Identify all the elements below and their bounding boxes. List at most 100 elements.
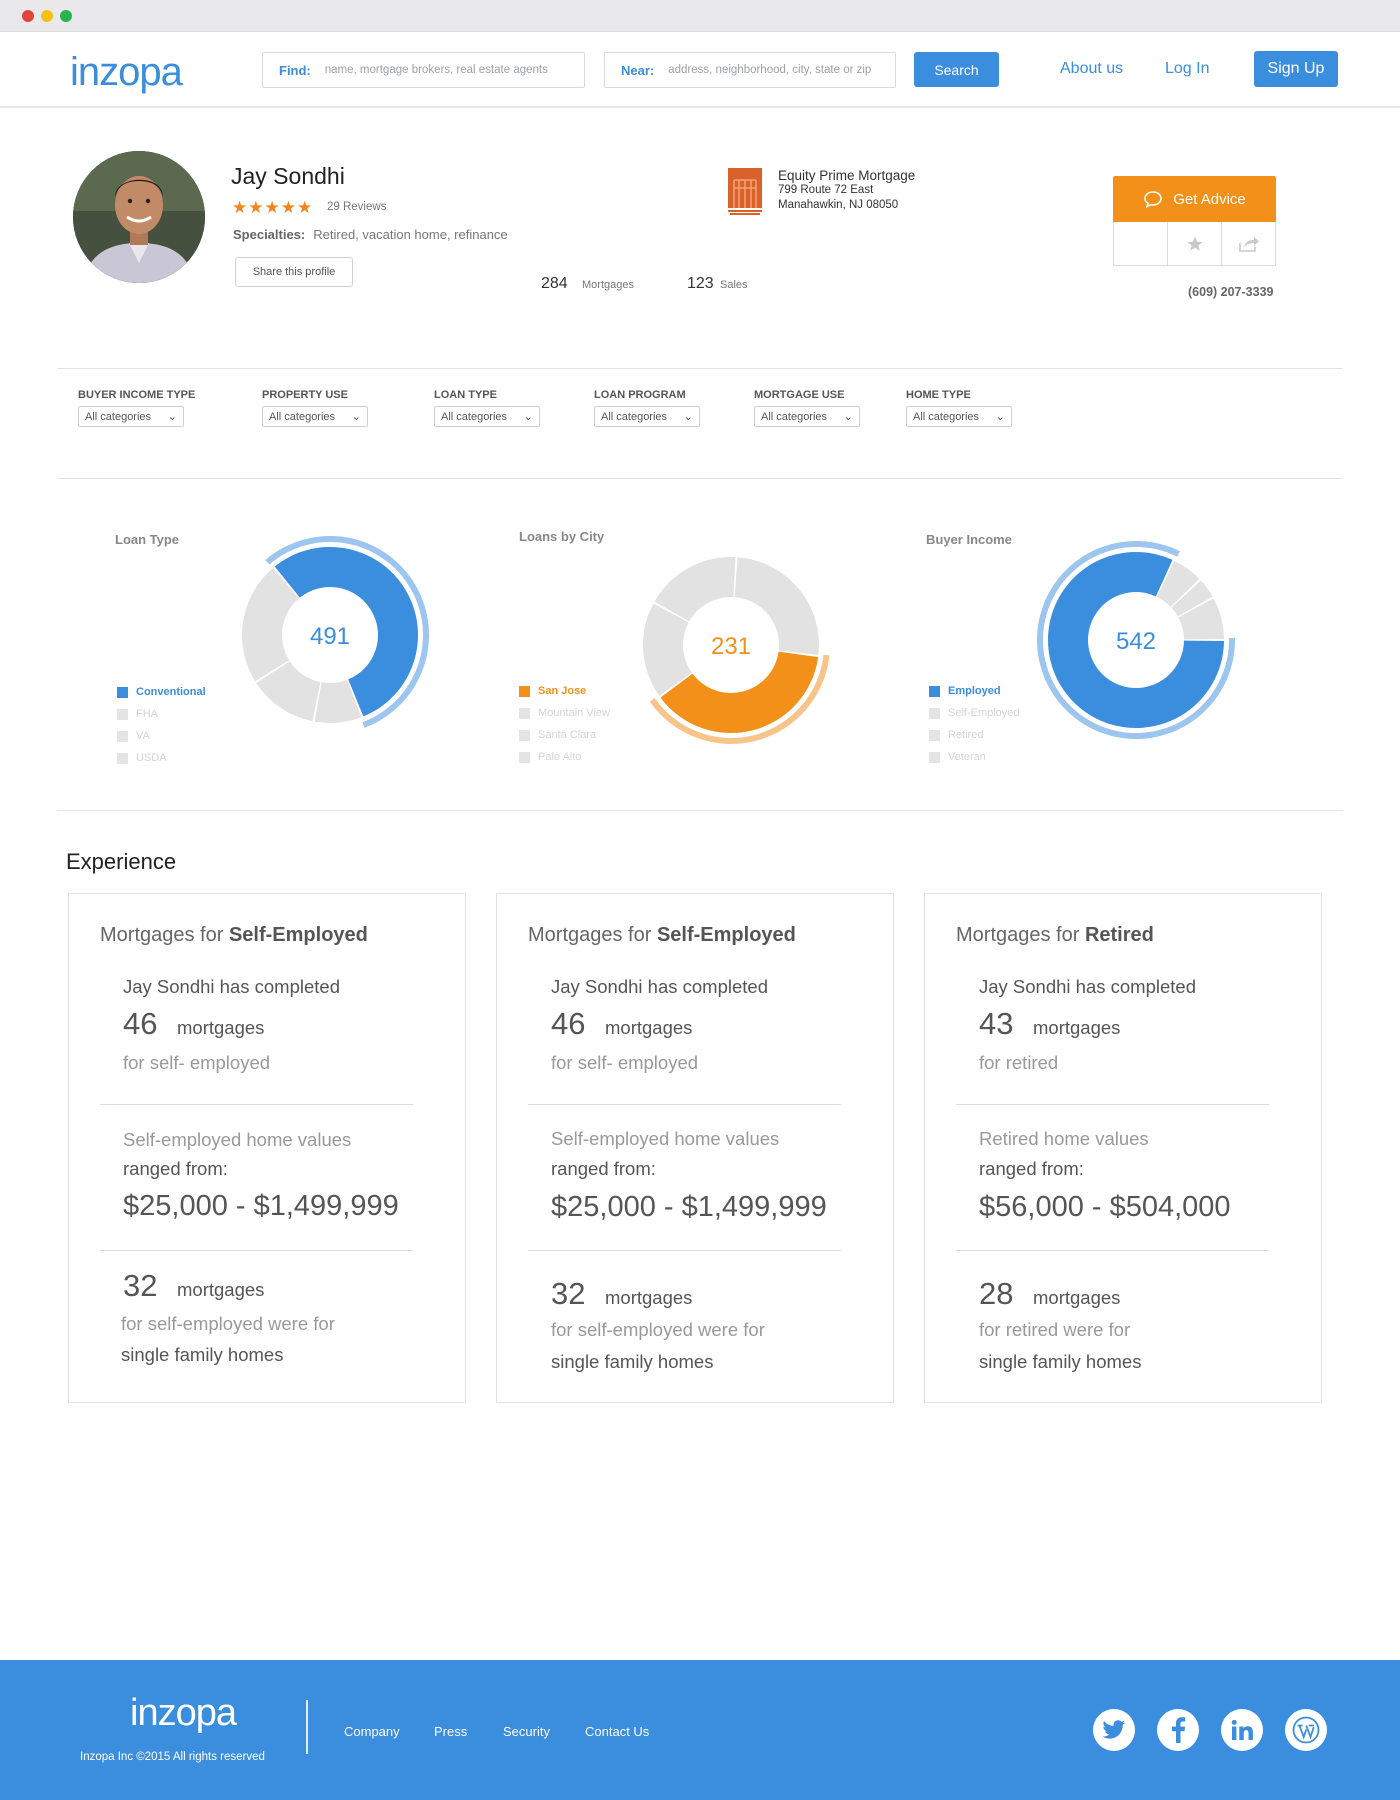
find-field[interactable]: Find: name, mortgage brokers, real estat… [262, 52, 585, 88]
linkedin-icon[interactable] [1221, 1709, 1263, 1751]
phone-number[interactable]: (609) 207-3339 [1188, 285, 1273, 299]
card-ranged-text: ranged from: [979, 1158, 1084, 1179]
facebook-icon[interactable] [1157, 1709, 1199, 1751]
loans-by-city-donut-chart[interactable]: 231 [631, 545, 831, 745]
favorite-button[interactable] [1168, 222, 1222, 265]
share-profile-button[interactable]: Share this profile [235, 257, 353, 287]
card-unit2: mortgages [605, 1287, 693, 1308]
twitter-icon[interactable] [1093, 1709, 1135, 1751]
get-advice-button[interactable]: Get Advice [1113, 176, 1276, 222]
card-count: 46 [123, 1006, 158, 1041]
card-unit: mortgages [177, 1017, 265, 1038]
filter-select[interactable]: All categories ⌄ [906, 406, 1012, 427]
action-empty-button[interactable] [1114, 222, 1168, 265]
donut-center-value: 491 [310, 623, 350, 650]
get-advice-label: Get Advice [1173, 190, 1246, 208]
legend-swatch-icon [519, 729, 530, 741]
company-address-line1: 799 Route 72 East [778, 184, 874, 196]
card-completed-text: Jay Sondhi has completed [551, 976, 768, 997]
minimize-window-icon[interactable] [41, 10, 53, 22]
legend-swatch-icon [519, 751, 530, 763]
company-name: Equity Prime Mortgage [778, 168, 916, 183]
about-us-link[interactable]: About us [1060, 60, 1123, 78]
divider [57, 478, 1343, 479]
filter-title: BUYER INCOME TYPE [78, 389, 196, 401]
card-divider [100, 1250, 413, 1251]
card-were-for: for self-employed were for [121, 1313, 335, 1334]
card-divider [956, 1104, 1269, 1105]
wordpress-icon[interactable] [1285, 1709, 1327, 1751]
filter-select[interactable]: All categories ⌄ [78, 406, 184, 427]
footer-link-security[interactable]: Security [503, 1724, 550, 1739]
legend-item[interactable]: Mountain View [519, 702, 610, 724]
search-button[interactable]: Search [914, 52, 999, 87]
footer-link-press[interactable]: Press [434, 1724, 467, 1739]
legend-swatch-icon [929, 707, 940, 719]
divider [57, 368, 1343, 369]
chart-title-loans-by-city: Loans by City [519, 529, 605, 544]
filter-title: LOAN PROGRAM [594, 389, 686, 401]
filter-select[interactable]: All categories ⌄ [754, 406, 860, 427]
find-input[interactable]: name, mortgage brokers, real estate agen… [325, 64, 548, 76]
card-title: Mortgages for Self-Employed [100, 924, 368, 946]
legend-item[interactable]: Self-Employed [929, 702, 1020, 724]
footer-logo[interactable]: inzopa [130, 1692, 237, 1735]
login-link[interactable]: Log In [1165, 60, 1209, 78]
specialties: Specialties: Retired, vacation home, refi… [233, 227, 508, 242]
legend-swatch-icon [519, 685, 530, 697]
legend-item[interactable]: Veteran [929, 746, 1020, 768]
card-divider [528, 1250, 841, 1251]
legend-swatch-icon [929, 685, 940, 697]
filter-select[interactable]: All categories ⌄ [434, 406, 540, 427]
card-home-type: single family homes [551, 1351, 714, 1372]
card-completed-text: Jay Sondhi has completed [123, 976, 340, 997]
filter-mortgage-use: MORTGAGE USE All categories ⌄ [754, 389, 860, 427]
reviews-link[interactable]: 29 Reviews [327, 201, 386, 213]
buyer-income-donut-chart[interactable]: 542 [1036, 540, 1236, 740]
signup-button[interactable]: Sign Up [1254, 51, 1338, 87]
loan-type-donut-chart[interactable]: 491 [230, 535, 430, 735]
filter-loan-program: LOAN PROGRAM All categories ⌄ [594, 389, 700, 427]
near-label: Near: [621, 62, 655, 78]
filter-select[interactable]: All categories ⌄ [262, 406, 368, 427]
legend-item[interactable]: Santa Clara [519, 724, 610, 746]
legend-item[interactable]: Palo Alto [519, 746, 610, 768]
chevron-down-icon: ⌄ [843, 411, 853, 423]
legend-swatch-icon [117, 752, 128, 764]
chevron-down-icon: ⌄ [523, 411, 533, 423]
legend-item[interactable]: FHA [117, 703, 206, 725]
star-icon [1187, 236, 1202, 251]
card-ranged-text: ranged from: [123, 1158, 228, 1179]
chevron-down-icon: ⌄ [995, 411, 1005, 423]
profile-actions [1113, 222, 1276, 266]
card-divider [100, 1104, 413, 1105]
card-divider [956, 1250, 1269, 1251]
window-titlebar [0, 0, 1400, 32]
close-window-icon[interactable] [22, 10, 34, 22]
site-logo[interactable]: inzopa [70, 50, 183, 95]
legend-swatch-icon [117, 730, 128, 742]
card-were-for: for self-employed were for [551, 1319, 765, 1340]
mortgages-count: 284 [541, 275, 568, 292]
footer-copyright: Inzopa Inc ©2015 All rights reserved [80, 1751, 265, 1763]
legend-swatch-icon [519, 707, 530, 719]
share-button[interactable] [1222, 222, 1275, 265]
experience-card: Mortgages for Retired Jay Sondhi has com… [924, 893, 1322, 1403]
footer-link-company[interactable]: Company [344, 1724, 400, 1739]
card-range: $56,000 - $504,000 [979, 1191, 1231, 1223]
maximize-window-icon[interactable] [60, 10, 72, 22]
legend-item[interactable]: Conventional [117, 681, 206, 703]
footer-link-contact-us[interactable]: Contact Us [585, 1724, 649, 1739]
legend-item[interactable]: San Jose [519, 680, 610, 702]
legend-item[interactable]: VA [117, 725, 206, 747]
near-field[interactable]: Near: address, neighborhood, city, state… [604, 52, 896, 88]
legend-item[interactable]: Retired [929, 724, 1020, 746]
legend-swatch-icon [117, 708, 128, 720]
near-input[interactable]: address, neighborhood, city, state or zi… [668, 64, 871, 76]
legend-item[interactable]: USDA [117, 747, 206, 769]
filter-select[interactable]: All categories ⌄ [594, 406, 700, 427]
chevron-down-icon: ⌄ [351, 411, 361, 423]
site-header: inzopa Find: name, mortgage brokers, rea… [0, 32, 1400, 108]
experience-card: Mortgages for Self-Employed Jay Sondhi h… [496, 893, 894, 1403]
legend-item[interactable]: Employed [929, 680, 1020, 702]
